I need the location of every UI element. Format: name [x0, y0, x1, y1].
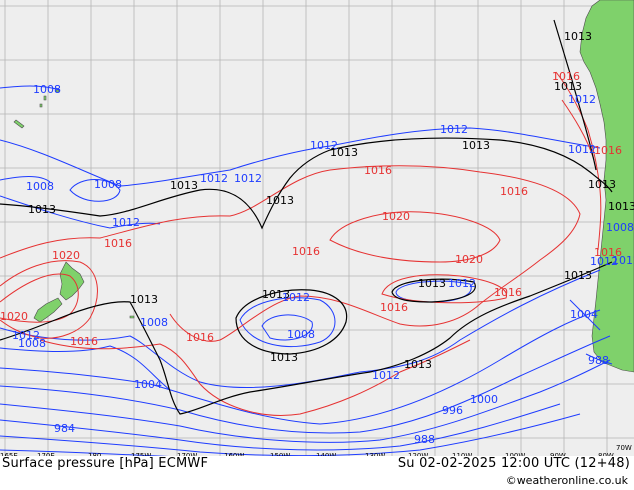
- isobar-label: 988: [588, 354, 609, 367]
- isobar-label: 1008: [26, 180, 54, 193]
- isobar-label: 1012: [440, 123, 468, 136]
- isobar-label: 1004: [570, 308, 598, 321]
- isobar-label: 1012: [568, 143, 596, 156]
- isobar-label: 1013: [270, 351, 298, 364]
- longitude-tick: 70W: [616, 444, 632, 452]
- credit-link[interactable]: ©weatheronline.co.uk: [506, 474, 628, 487]
- isobar-label: 1008: [287, 328, 315, 341]
- isobar-label: 1012: [200, 172, 228, 185]
- isobar-label: 1008: [140, 316, 168, 329]
- isobar-label: 1016: [70, 335, 98, 348]
- isobar-label: 1008: [33, 83, 61, 96]
- isobar-label: 1012: [448, 277, 476, 290]
- isobar-label: 1012: [112, 216, 140, 229]
- isobar-label: 1016: [186, 331, 214, 344]
- chart-title: Surface pressure [hPa] ECMWF: [2, 456, 209, 471]
- isobar-label: 1020: [0, 310, 28, 323]
- isobar-label: 1020: [455, 253, 483, 266]
- pressure-map: 1008 1008 1008 1012 1012 1012 1012 1012 …: [0, 0, 634, 462]
- isobar-label: 1020: [52, 249, 80, 262]
- isobar-label: 1013: [564, 30, 592, 43]
- isobar-label: 1016: [500, 185, 528, 198]
- isobar-label: 984: [54, 422, 75, 435]
- map-footer: Surface pressure [hPa] ECMWF Su 02-02-20…: [0, 456, 634, 490]
- isobar-label: 1013: [130, 293, 158, 306]
- isobar-label: 1013: [330, 146, 358, 159]
- isobar-label: 1016: [364, 164, 392, 177]
- isobar-label: 1020: [382, 210, 410, 223]
- isobar-label: 1013: [404, 358, 432, 371]
- isobar-label: 1012: [568, 93, 596, 106]
- isobar-label: 1008: [606, 221, 634, 234]
- chatham-islands: [129, 315, 135, 319]
- isobar-label: 1016: [380, 301, 408, 314]
- forecast-datetime: Su 02-02-2025 12:00 UTC (12+48): [397, 456, 630, 471]
- isobar-label: 1016: [494, 286, 522, 299]
- isobar-label: 1013: [588, 178, 616, 191]
- isobar-label: 1013: [564, 269, 592, 282]
- isobar-label: 1000: [470, 393, 498, 406]
- isobar-label: 1012: [372, 369, 400, 382]
- isobar-label: 1013: [170, 179, 198, 192]
- isobar-label: 1016: [552, 70, 580, 83]
- isobar-label: 1008: [94, 178, 122, 191]
- isobar-label: 1016: [292, 245, 320, 258]
- isobar-label: 1013: [608, 200, 634, 213]
- isobar-label: 1013: [418, 277, 446, 290]
- isobar-label: 1013: [28, 203, 56, 216]
- isobar-label: 1016: [104, 237, 132, 250]
- isobar-label: 1012: [282, 291, 310, 304]
- isobar-label: 1016: [594, 144, 622, 157]
- isobar-label: 1008: [18, 337, 46, 350]
- isobar-label: 1012: [234, 172, 262, 185]
- isobar-label: 1013: [266, 194, 294, 207]
- isobar-label: 1012: [612, 254, 634, 267]
- isobar-label: 1004: [134, 378, 162, 391]
- isobar-label: 1013: [462, 139, 490, 152]
- isobar-label: 996: [442, 404, 463, 417]
- isobar-label: 988: [414, 433, 435, 446]
